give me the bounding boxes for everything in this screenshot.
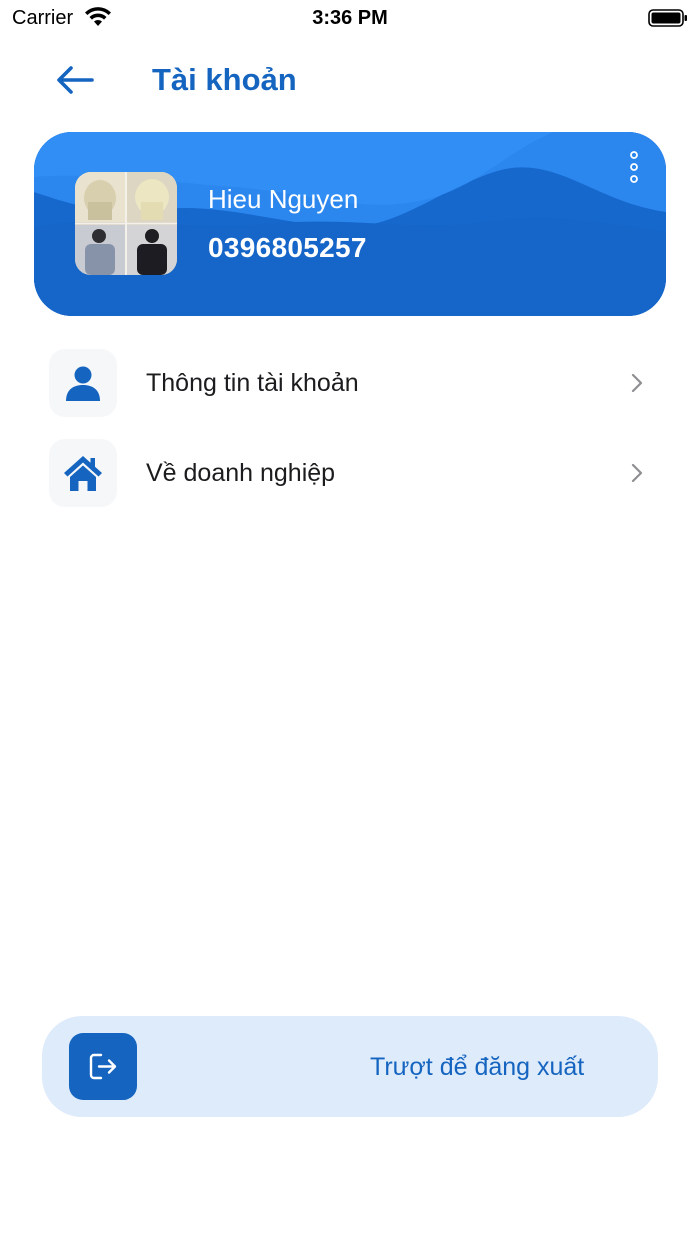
more-options-button[interactable]	[626, 150, 642, 184]
home-icon	[64, 456, 102, 491]
chevron-right-icon	[631, 373, 643, 393]
menu-icon-container	[49, 439, 117, 507]
account-screen: Carrier 3:36 PM Tài khoản Hieu Nguyen 03…	[0, 0, 700, 1244]
logout-slider-handle[interactable]	[69, 1033, 137, 1100]
avatar[interactable]	[75, 172, 177, 275]
logout-icon	[89, 1053, 117, 1080]
user-name: Hieu Nguyen	[208, 184, 359, 214]
slide-to-logout[interactable]: Trượt để đăng xuất	[42, 1016, 658, 1117]
battery-icon	[648, 9, 687, 27]
user-icon	[66, 366, 100, 401]
clock: 3:36 PM	[312, 7, 388, 29]
user-phone: 0396805257	[208, 232, 367, 263]
more-vertical-icon	[630, 151, 638, 183]
menu-label: Thông tin tài khoản	[146, 369, 359, 397]
nav-header: Tài khoản	[0, 50, 700, 110]
chevron-right-icon	[631, 463, 643, 483]
status-bar: Carrier 3:36 PM	[0, 0, 700, 36]
profile-card: Hieu Nguyen 0396805257	[34, 132, 666, 316]
back-button[interactable]	[50, 60, 100, 100]
arrow-left-icon	[57, 66, 94, 94]
page-title: Tài khoản	[152, 62, 297, 97]
menu-item-account-info[interactable]: Thông tin tài khoản	[49, 349, 669, 417]
menu-label: Về doanh nghiệp	[146, 459, 336, 487]
slide-to-logout-label: Trượt để đăng xuất	[370, 1053, 585, 1081]
avatar-image	[75, 172, 177, 275]
menu-item-about-business[interactable]: Về doanh nghiệp	[49, 439, 669, 507]
menu-icon-container	[49, 349, 117, 417]
